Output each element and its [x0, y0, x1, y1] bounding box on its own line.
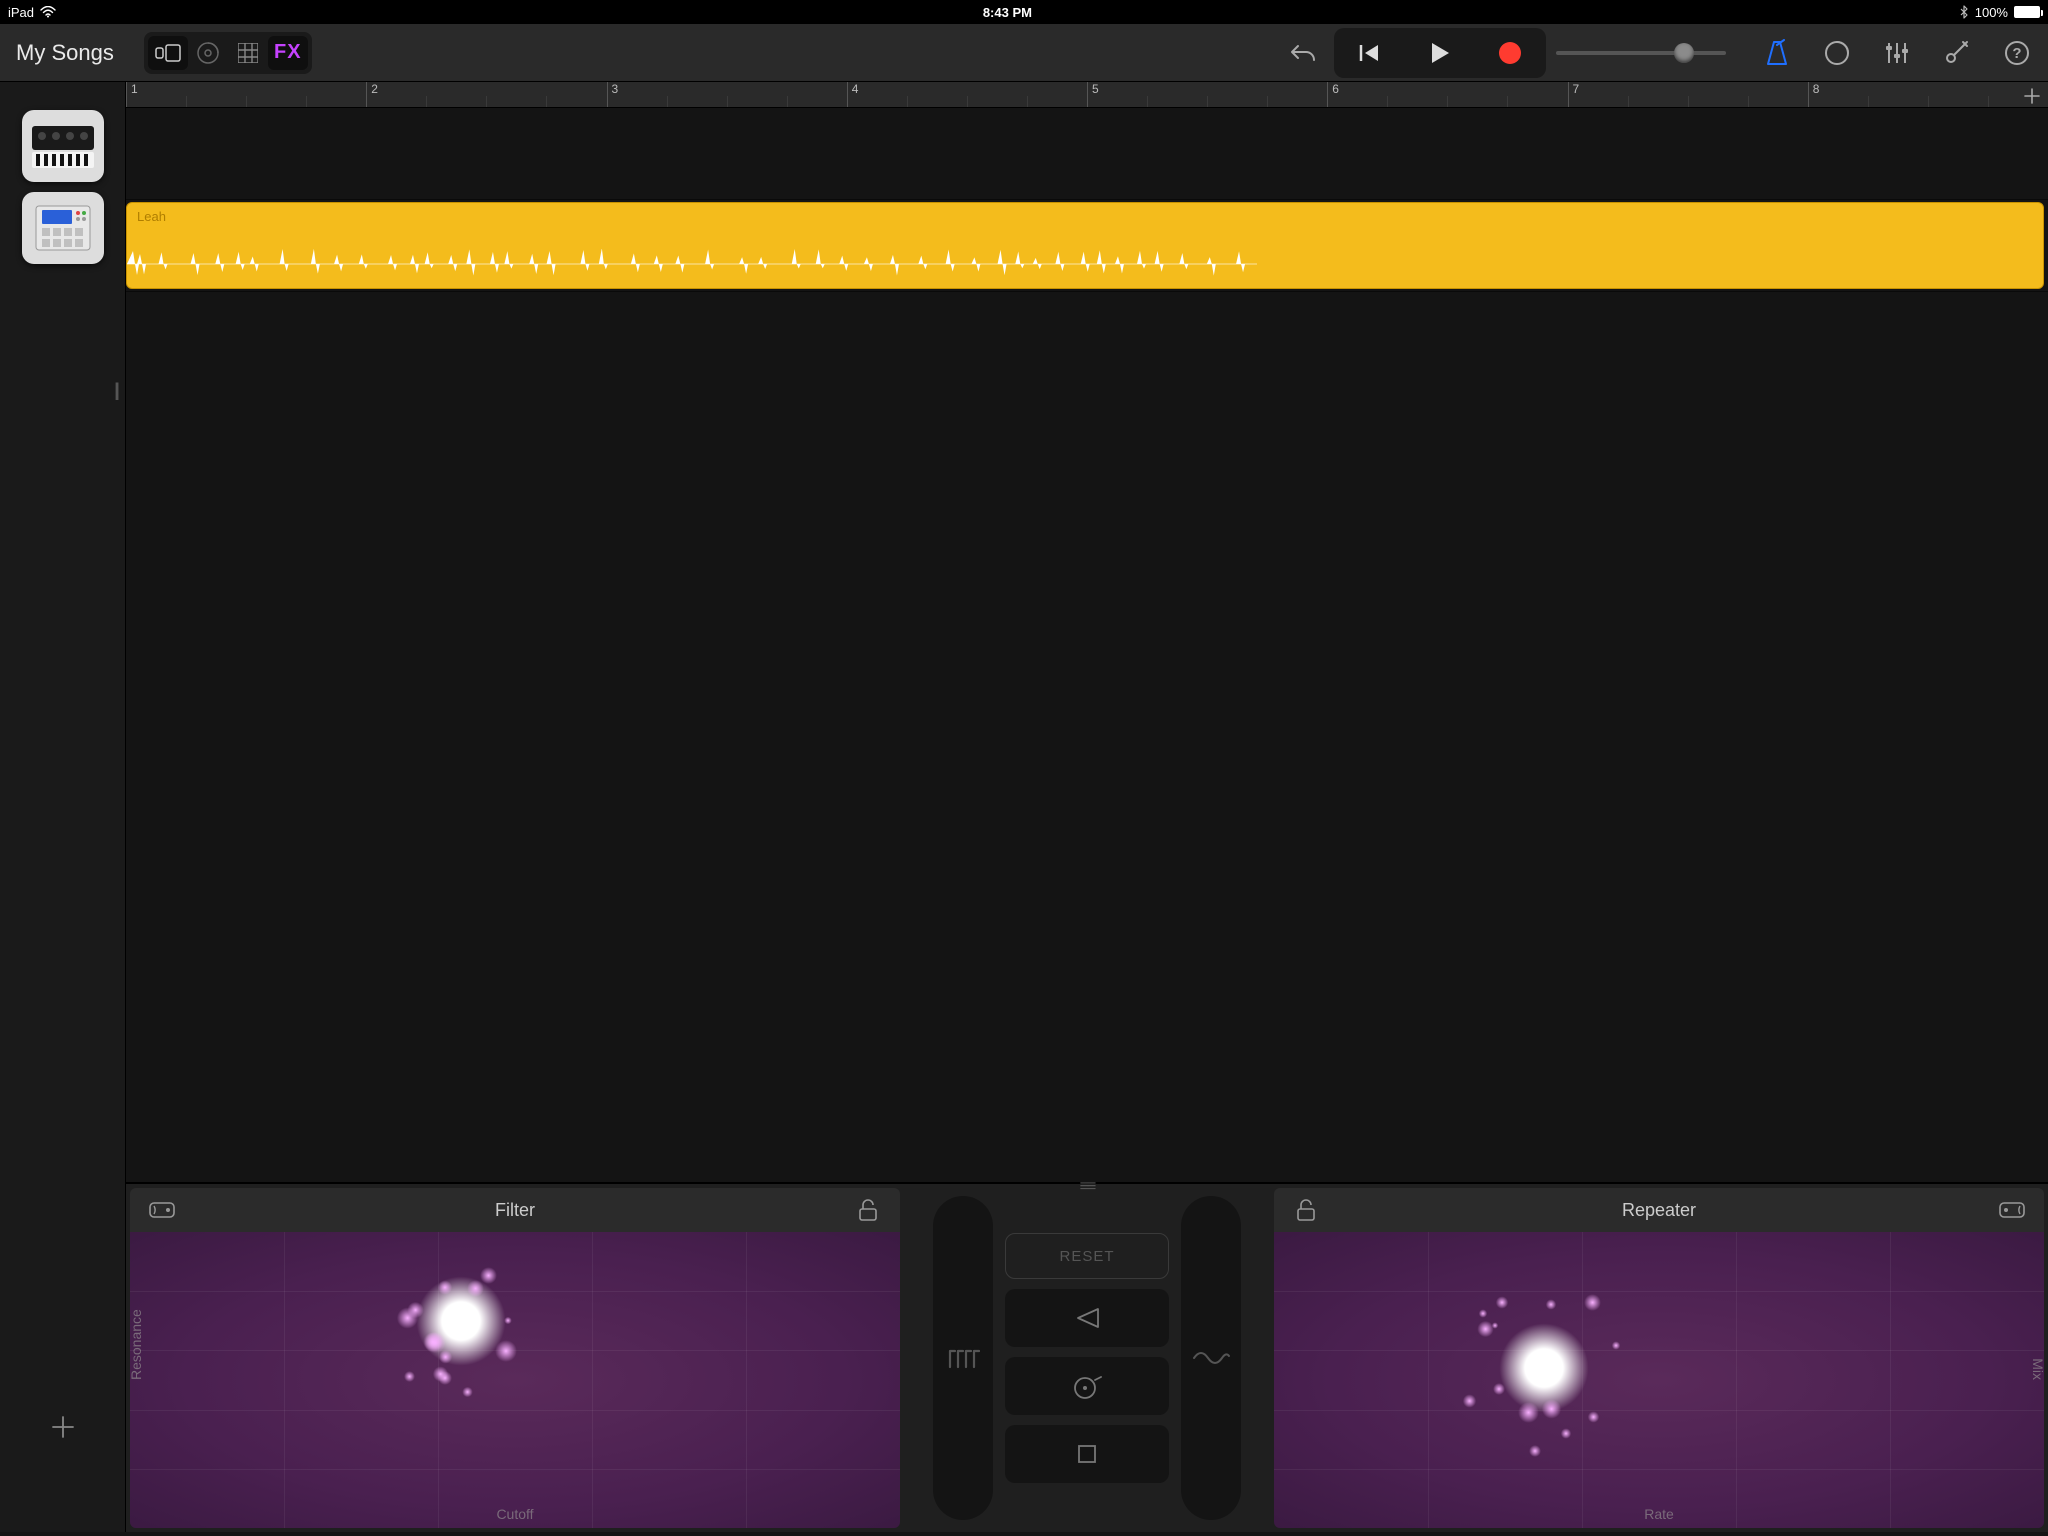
fx-view-button[interactable]: FX — [268, 36, 308, 70]
gyro-right-button[interactable] — [1181, 1196, 1241, 1520]
settings-button[interactable] — [1936, 32, 1978, 74]
help-button[interactable]: ? — [1996, 32, 2038, 74]
ruler-bar-marker: 2 — [366, 82, 378, 107]
ruler-bar-marker: 3 — [607, 82, 619, 107]
undo-button[interactable] — [1282, 32, 1324, 74]
status-time: 8:43 PM — [983, 5, 1032, 20]
fx-left-x-axis: Cutoff — [496, 1506, 533, 1522]
wifi-icon — [40, 6, 56, 18]
fx-right-name: Repeater — [1338, 1200, 1980, 1221]
svg-text:?: ? — [2012, 45, 2021, 62]
fx-panel: ≡≡ Filter Resonance Cutoff — [126, 1182, 2048, 1532]
tracks-view-button[interactable] — [148, 36, 188, 70]
timeline[interactable]: 1 2 3 4 5 6 7 8 Leah ≡≡ — [126, 82, 2048, 1532]
fx-left-name: Filter — [194, 1200, 836, 1221]
panel-drag-handle-icon[interactable]: ≡≡ — [1080, 1178, 1095, 1196]
ruler-bar-marker: 8 — [1808, 82, 1820, 107]
track-header-column: ||| — [0, 82, 126, 1532]
my-songs-button[interactable]: My Songs — [16, 40, 114, 66]
ruler-bar-marker: 1 — [126, 82, 138, 107]
track-1-header[interactable] — [22, 110, 104, 182]
bluetooth-icon — [1959, 5, 1969, 19]
column-resize-grip[interactable]: ||| — [114, 380, 116, 401]
mixer-button[interactable] — [1876, 32, 1918, 74]
ruler-bar-marker: 5 — [1087, 82, 1099, 107]
loop-browser-button[interactable] — [1816, 32, 1858, 74]
fx-pad-left[interactable]: Resonance Cutoff — [130, 1232, 900, 1528]
fx-left-select-button[interactable] — [130, 1198, 194, 1222]
view-mode-segment: FX — [144, 32, 312, 74]
ruler-bar-marker: 7 — [1568, 82, 1580, 107]
grid-view-button[interactable] — [228, 36, 268, 70]
status-bar: iPad 8:43 PM 100% — [0, 0, 2048, 24]
fx-right-lock-button[interactable] — [1274, 1198, 1338, 1222]
device-label: iPad — [8, 5, 34, 20]
audio-region[interactable]: Leah — [126, 202, 2044, 289]
live-loops-button[interactable] — [188, 36, 228, 70]
fx-pad-right-section: Repeater Mix Rate — [1274, 1188, 2044, 1528]
fx-left-y-axis: Resonance — [130, 1309, 144, 1380]
play-button[interactable] — [1408, 32, 1472, 74]
main-toolbar: My Songs FX — [0, 24, 2048, 82]
stop-tape-button[interactable] — [1005, 1425, 1169, 1483]
master-volume-slider[interactable] — [1556, 51, 1726, 55]
fx-center-controls: RESET — [904, 1184, 1270, 1532]
add-track-button[interactable] — [48, 1412, 78, 1442]
track-1-lane[interactable] — [126, 108, 2048, 200]
battery-percent: 100% — [1975, 5, 2008, 20]
fx-right-select-button[interactable] — [1980, 1198, 2044, 1222]
metronome-button[interactable] — [1756, 32, 1798, 74]
scratch-button[interactable] — [1005, 1357, 1169, 1415]
add-section-button[interactable] — [2020, 84, 2044, 108]
track-2-lane[interactable]: Leah — [126, 200, 2048, 292]
fx-right-x-axis: Rate — [1644, 1506, 1674, 1522]
fx-pad-left-section: Filter Resonance Cutoff — [130, 1188, 900, 1528]
record-button[interactable] — [1478, 32, 1542, 74]
waveform-icon — [127, 249, 1257, 279]
go-to-start-button[interactable] — [1338, 32, 1402, 74]
ruler-bar-marker: 4 — [847, 82, 859, 107]
reverse-button[interactable] — [1005, 1289, 1169, 1347]
ruler-bar-marker: 6 — [1327, 82, 1339, 107]
region-label: Leah — [137, 209, 166, 224]
battery-icon — [2014, 6, 2040, 18]
record-icon — [1499, 42, 1521, 64]
track-2-header[interactable] — [22, 192, 104, 264]
fx-reset-button[interactable]: RESET — [1005, 1233, 1169, 1279]
gyro-left-button[interactable] — [933, 1196, 993, 1520]
fx-right-y-axis: Mix — [2030, 1358, 2044, 1380]
fx-pad-right[interactable]: Mix Rate — [1274, 1232, 2044, 1528]
workspace: ||| 1 2 3 4 5 6 7 8 Leah — [0, 82, 2048, 1532]
tracks-area[interactable]: Leah — [126, 108, 2048, 292]
transport-controls — [1334, 28, 1546, 78]
fx-left-lock-button[interactable] — [836, 1198, 900, 1222]
ruler[interactable]: 1 2 3 4 5 6 7 8 — [126, 82, 2048, 108]
